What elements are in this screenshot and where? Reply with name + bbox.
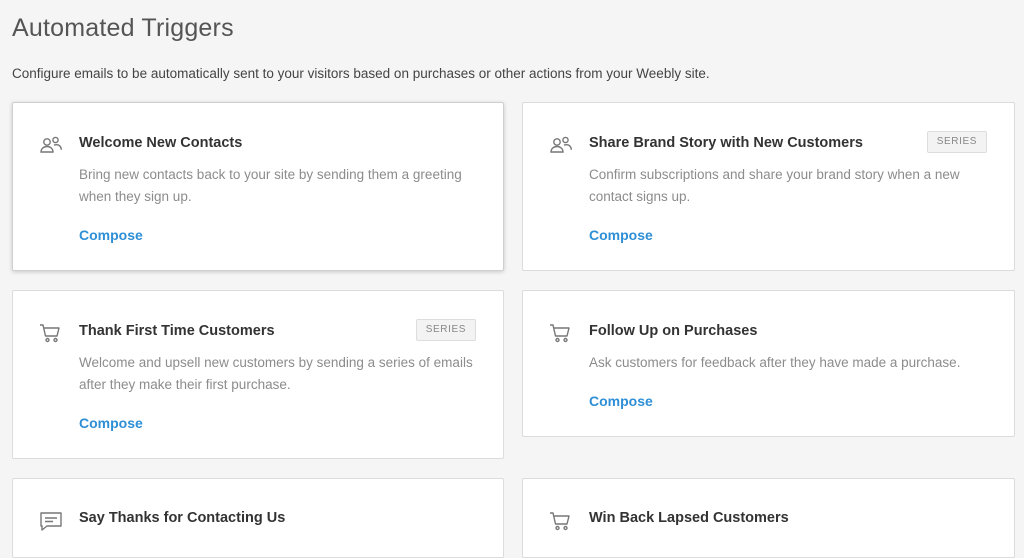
trigger-card-win-back-lapsed-customers[interactable]: Win Back Lapsed Customers — [522, 478, 1015, 558]
series-badge: SERIES — [415, 319, 476, 341]
card-title: Thank First Time Customers — [79, 323, 275, 339]
message-icon — [39, 511, 63, 531]
trigger-card-say-thanks-for-contacting-us[interactable]: Say Thanks for Contacting Us — [12, 478, 504, 558]
cart-icon — [39, 323, 63, 343]
card-title: Say Thanks for Contacting Us — [79, 510, 286, 526]
page-title: Automated Triggers — [12, 14, 234, 42]
card-title: Follow Up on Purchases — [589, 323, 758, 339]
trigger-card-share-brand-story[interactable]: Share Brand Story with New Customers SER… — [522, 102, 1015, 271]
card-description: Welcome and upsell new customers by send… — [79, 355, 473, 392]
compose-link[interactable]: Compose — [589, 393, 653, 409]
card-title: Share Brand Story with New Customers — [589, 135, 863, 151]
trigger-card-welcome-new-contacts[interactable]: Welcome New Contacts Bring new contacts … — [12, 102, 504, 271]
cart-icon — [549, 323, 573, 343]
series-badge: SERIES — [926, 131, 987, 153]
compose-link[interactable]: Compose — [79, 227, 143, 243]
contacts-icon — [39, 135, 63, 155]
compose-link[interactable]: Compose — [79, 415, 143, 431]
trigger-card-thank-first-time-customers[interactable]: Thank First Time Customers SERIES Welcom… — [12, 290, 504, 459]
trigger-card-follow-up-on-purchases[interactable]: Follow Up on Purchases Ask customers for… — [522, 290, 1015, 437]
card-description: Bring new contacts back to your site by … — [79, 167, 462, 204]
page-description: Configure emails to be automatically sen… — [12, 66, 710, 81]
card-title: Win Back Lapsed Customers — [589, 510, 789, 526]
card-description: Confirm subscriptions and share your bra… — [589, 167, 960, 204]
compose-link[interactable]: Compose — [589, 227, 653, 243]
card-title: Welcome New Contacts — [79, 135, 243, 151]
cart-icon — [549, 511, 573, 531]
card-description: Ask customers for feedback after they ha… — [589, 355, 961, 370]
contacts-icon — [549, 135, 573, 155]
